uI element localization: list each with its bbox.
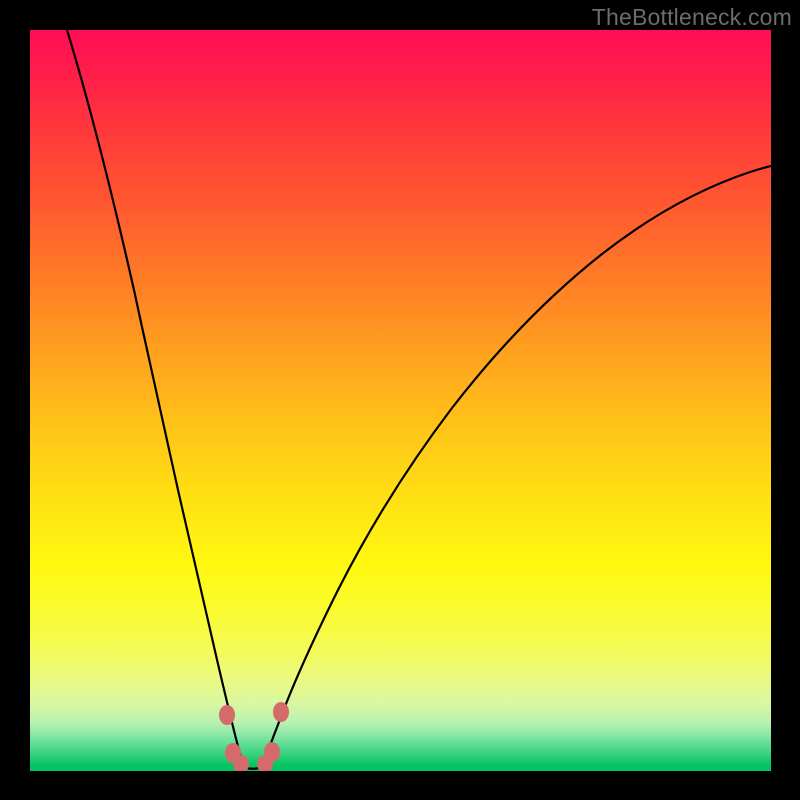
curve-right	[262, 166, 771, 768]
marker-6	[273, 702, 289, 722]
chart-frame: TheBottleneck.com	[0, 0, 800, 800]
curve-left	[67, 30, 244, 768]
plot-area	[30, 30, 771, 771]
watermark-text: TheBottleneck.com	[592, 4, 792, 31]
marker-cluster	[219, 702, 289, 771]
marker-5	[264, 742, 280, 762]
marker-1	[219, 705, 235, 725]
curve-layer	[30, 30, 771, 771]
